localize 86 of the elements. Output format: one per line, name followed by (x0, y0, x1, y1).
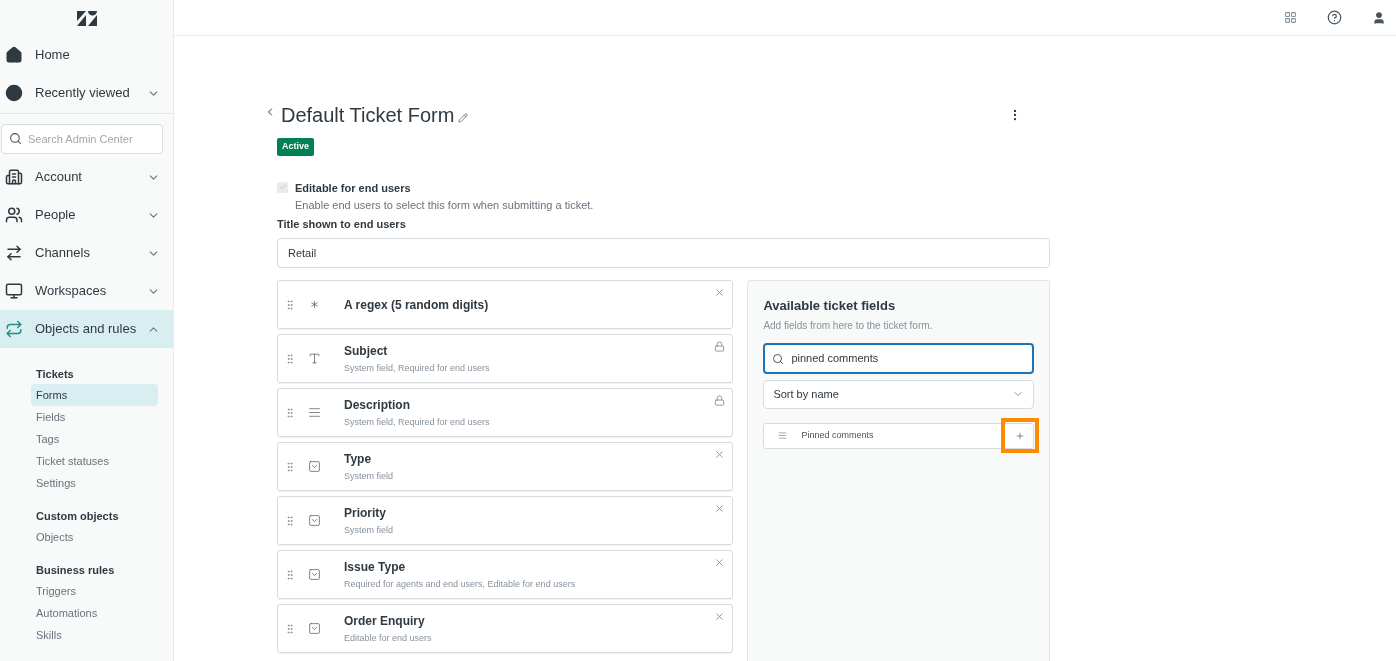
page-title: Default Ticket Form (281, 103, 455, 128)
form-field-card[interactable]: Priority System field (277, 496, 734, 545)
field-name: A regex (5 random digits) (344, 296, 489, 314)
field-description: System field, Required for end users (344, 361, 490, 375)
nav-item[interactable]: People (0, 196, 173, 234)
user-icon[interactable] (1372, 10, 1386, 25)
search-icon (772, 352, 785, 365)
field-search[interactable]: pinned comments (763, 342, 1034, 374)
drag-handle-icon[interactable] (284, 622, 296, 635)
field-description: Editable for end users (344, 631, 432, 645)
section-heading: Business rules (35, 563, 116, 578)
sort-dropdown[interactable]: Sort by name (763, 379, 1034, 409)
dropdown-icon (308, 460, 321, 473)
drag-handle-icon[interactable] (284, 460, 296, 473)
form-field-card[interactable]: A regex (5 random digits) (277, 280, 734, 329)
drag-handle-icon[interactable] (284, 514, 296, 527)
panel-subtitle: Add fields from here to the ticket form. (763, 318, 934, 333)
remove-icon[interactable] (714, 503, 726, 514)
sub-nav-item[interactable]: Ticket statuses (31, 450, 158, 472)
sub-nav-item[interactable]: Forms (31, 384, 158, 406)
drag-handle-icon[interactable] (284, 298, 296, 311)
sub-nav-item[interactable]: Objects (31, 526, 158, 548)
nav-item[interactable]: Account (0, 158, 173, 196)
sub-nav-item[interactable]: Tags (31, 428, 158, 450)
plus-icon (1015, 430, 1025, 441)
remove-icon[interactable] (714, 611, 726, 622)
field-description: System field (344, 469, 394, 483)
sub-nav-item[interactable]: Settings (31, 472, 158, 494)
arrows-icon (5, 244, 23, 262)
panel-title: Available ticket fields (763, 297, 897, 315)
field-name: Subject (344, 342, 389, 360)
form-field-card[interactable]: Issue Type Required for agents and end users, Editable for end users (277, 550, 734, 599)
field-description: System field, Required for end users (344, 415, 490, 429)
loop-arrows-icon (5, 320, 23, 338)
sub-nav-item[interactable]: Skills (31, 624, 158, 646)
remove-icon[interactable] (714, 449, 726, 460)
dropdown-icon (308, 568, 321, 581)
asterisk-icon (308, 298, 321, 311)
pencil-icon[interactable] (458, 113, 469, 123)
sub-nav-item[interactable]: Triggers (31, 580, 158, 602)
nav-item[interactable]: Objects and rules (0, 310, 173, 348)
field-name: Priority (344, 504, 387, 522)
field-description: Required for agents and end users, Editable for end users (344, 577, 576, 591)
add-button[interactable] (1001, 418, 1039, 453)
form-field-card[interactable]: Order Enquiry Editable for end users (277, 604, 734, 653)
status-badge: Active (277, 138, 314, 156)
nav-item[interactable]: Home (0, 36, 173, 74)
help-icon[interactable] (1327, 10, 1342, 25)
section-heading: Custom objects (35, 509, 120, 524)
grid-icon[interactable] (1284, 11, 1297, 24)
nav-item[interactable]: Workspaces (0, 272, 173, 310)
field-description: System field (344, 523, 394, 537)
checkbox-label: Editable for end users (295, 180, 412, 196)
field-name: Pinned comments (801, 428, 875, 442)
field-name: Type (344, 450, 373, 468)
checkbox-hint: Enable end users to select this form when submitting a ticket. (295, 198, 594, 213)
drag-handle-icon[interactable] (284, 568, 296, 581)
text-icon (308, 352, 321, 365)
remove-icon[interactable] (714, 557, 726, 568)
field-label: Title shown to end users (277, 216, 407, 232)
dropdown-icon (308, 622, 321, 635)
dropdown-icon (308, 514, 321, 527)
remove-icon[interactable] (714, 287, 726, 298)
section-heading: Tickets (35, 367, 75, 382)
drag-handle-icon[interactable] (284, 406, 296, 419)
drag-handle-icon[interactable] (284, 352, 296, 365)
building-icon (5, 168, 23, 186)
field-name: Issue Type (344, 558, 407, 576)
sub-nav-item[interactable]: Fields (31, 406, 158, 428)
sub-nav-item[interactable]: Automations (31, 602, 158, 624)
form-field-card[interactable]: Type System field (277, 442, 734, 491)
nav-item[interactable]: Recently viewed (0, 74, 173, 112)
home-icon (5, 46, 23, 64)
search-icon (9, 132, 22, 145)
nav-item[interactable]: Channels (0, 234, 173, 272)
form-field-card[interactable]: Description System field, Required for end users (277, 388, 734, 437)
logo-icon (76, 10, 97, 26)
people-icon (5, 206, 23, 224)
lines-icon (308, 406, 321, 419)
monitor-icon (5, 282, 23, 300)
search-field[interactable]: Search Admin Center (1, 124, 163, 154)
field-name: Description (344, 396, 411, 414)
form-field-card[interactable]: Subject System field, Required for end users (277, 334, 734, 383)
field-name: Order Enquiry (344, 612, 426, 630)
title-input[interactable]: Retail (277, 238, 1050, 268)
lines-icon (778, 431, 788, 440)
